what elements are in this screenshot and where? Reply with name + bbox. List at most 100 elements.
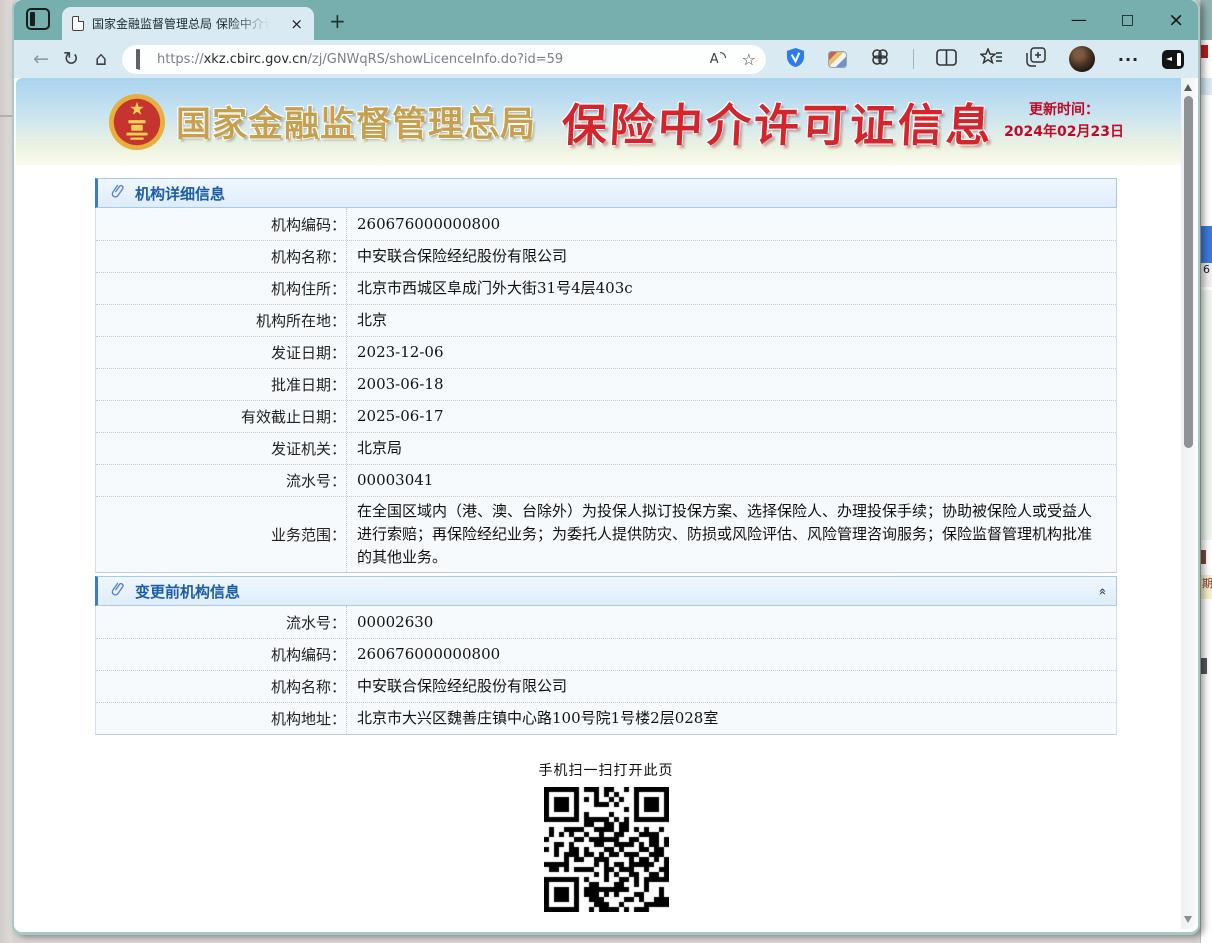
split-screen-icon[interactable] (936, 49, 957, 70)
license-sections: 机构详细信息机构编码：260676000000800机构名称：中安联合保险经纪股… (95, 178, 1117, 735)
table-row: 机构所在地：北京 (96, 304, 1116, 336)
update-time: 更新时间： 2024年02月23日 (1004, 100, 1124, 143)
row-label: 机构编码： (96, 639, 346, 670)
scroll-up-arrow[interactable] (1184, 84, 1192, 91)
row-label: 有效截止日期： (96, 401, 346, 432)
paperclip-icon (110, 581, 126, 601)
close-button[interactable]: × (1168, 11, 1184, 30)
table-row: 机构地址：北京市大兴区魏善庄镇中心路100号院1号楼2层028室 (96, 702, 1116, 734)
row-value: 在全国区域内（港、澳、台除外）为投保人拟订投保方案、选择保险人、办理投保手续；协… (346, 497, 1116, 572)
home-icon[interactable]: ⌂ (86, 48, 116, 70)
page-scrollbar[interactable] (1181, 78, 1196, 929)
row-value: 北京市西城区阜成门外大街31号4层403c (346, 273, 1116, 304)
row-label: 机构所在地： (96, 305, 346, 336)
section-rows: 流水号：00002630机构编码：260676000000800机构名称：中安联… (95, 606, 1117, 735)
qr-caption: 手机扫一扫打开此页 (16, 760, 1196, 780)
row-label: 机构住所： (96, 273, 346, 304)
read-aloud-icon[interactable]: A (710, 52, 726, 67)
table-row: 业务范围：在全国区域内（港、澳、台除外）为投保人拟订投保方案、选择保险人、办理投… (96, 496, 1116, 572)
row-value: 2023-12-06 (346, 337, 1116, 368)
row-label: 发证日期： (96, 337, 346, 368)
page-viewport: 国家金融监督管理总局 保险中介许可证信息 更新时间： 2024年02月23日 机… (16, 78, 1196, 929)
table-row: 流水号：00003041 (96, 464, 1116, 496)
copilot-sidebar-icon[interactable] (1162, 50, 1184, 69)
qr-block: 手机扫一扫打开此页 (16, 760, 1196, 916)
minimize-button[interactable]: — (1071, 12, 1087, 28)
flower-extension-icon[interactable] (870, 47, 890, 71)
favorite-star-icon[interactable]: ☆ (742, 50, 756, 69)
row-label: 流水号： (96, 606, 346, 638)
browser-titlebar: 国家金融监督管理总局 保险中介许可证信息 × + — □ × (14, 0, 1198, 40)
row-value: 北京局 (346, 433, 1116, 464)
toolbar-divider (913, 49, 914, 69)
back-icon[interactable]: ← (26, 48, 56, 70)
table-row: 机构编码：260676000000800 (96, 208, 1116, 240)
license-section: 机构详细信息机构编码：260676000000800机构名称：中安联合保险经纪股… (95, 178, 1117, 573)
table-row: 有效截止日期：2025-06-17 (96, 400, 1116, 432)
section-header: 变更前机构信息 « (95, 576, 1117, 606)
org-name: 国家金融监督管理总局 (176, 96, 536, 147)
collapse-icon[interactable]: « (1096, 587, 1109, 595)
maximize-button[interactable]: □ (1121, 13, 1134, 27)
section-rows: 机构编码：260676000000800机构名称：中安联合保险经纪股份有限公司机… (95, 208, 1117, 573)
sliver-number-cell: 6 (1201, 263, 1212, 287)
table-row: 机构编码：260676000000800 (96, 638, 1116, 670)
row-label: 业务范围： (96, 497, 346, 572)
row-value: 中安联合保险经纪股份有限公司 (346, 671, 1116, 702)
row-label: 机构名称： (96, 671, 346, 702)
row-value: 260676000000800 (346, 639, 1116, 670)
row-value: 00002630 (346, 606, 1116, 638)
row-value: 中安联合保险经纪股份有限公司 (346, 241, 1116, 272)
row-label: 机构地址： (96, 703, 346, 734)
row-value: 2025-06-17 (346, 401, 1116, 432)
desktop-edge-left (0, 0, 12, 943)
sliver-dark-fragment (1201, 658, 1207, 674)
colorful-extension-icon[interactable] (828, 51, 847, 68)
profile-avatar[interactable] (1069, 46, 1095, 72)
row-label: 批准日期： (96, 369, 346, 400)
screen: 6 期 国家金融监督管理总局 保险中介许可证信息 × + — □ × ← ↻ (0, 0, 1212, 943)
lock-icon (136, 50, 148, 69)
url-text[interactable]: https://xkz.cbirc.gov.cn/zj/GNWqRS/showL… (157, 52, 700, 67)
table-row: 批准日期：2003-06-18 (96, 368, 1116, 400)
sliver-char-cell: 期 (1201, 575, 1212, 599)
row-label: 流水号： (96, 465, 346, 496)
sliver-blue-cell (1201, 226, 1212, 263)
row-label: 机构名称： (96, 241, 346, 272)
favorites-list-icon[interactable] (980, 48, 1003, 70)
browser-tab[interactable]: 国家金融监督管理总局 保险中介许可证信息 × (62, 7, 314, 40)
page-icon (72, 16, 84, 31)
sliver-green-strip (1201, 290, 1212, 540)
background-window-sliver: 6 期 (1200, 0, 1212, 943)
tab-close-icon[interactable]: × (287, 15, 306, 33)
row-label: 发证机关： (96, 433, 346, 464)
sliver-header-fragment (1201, 78, 1212, 95)
section-title: 变更前机构信息 (135, 581, 240, 602)
browser-toolbar: ← ↻ ⌂ https://xkz.cbirc.gov.cn/zj/GNWqRS… (14, 40, 1198, 78)
scroll-thumb[interactable] (1184, 96, 1193, 448)
settings-more-icon[interactable]: ··· (1118, 50, 1139, 69)
tab-title: 国家金融监督管理总局 保险中介许可证信息 (92, 15, 270, 32)
table-row: 机构名称：中安联合保险经纪股份有限公司 (96, 670, 1116, 702)
row-value: 北京 (346, 305, 1116, 336)
site-banner: 国家金融监督管理总局 保险中介许可证信息 更新时间： 2024年02月23日 (16, 78, 1196, 165)
table-row: 流水号：00002630 (96, 606, 1116, 638)
table-row: 机构住所：北京市西城区阜成门外大街31号4层403c (96, 272, 1116, 304)
license-section: 变更前机构信息 « 流水号：00002630机构编码：260676000000800… (95, 576, 1117, 735)
sliver-small-fragment (1201, 550, 1206, 564)
paperclip-icon (110, 183, 126, 203)
shield-extension-icon[interactable] (786, 47, 805, 72)
workspaces-icon[interactable] (26, 8, 50, 30)
browser-window: 国家金融监督管理总局 保险中介许可证信息 × + — □ × ← ↻ ⌂ htt… (12, 0, 1200, 935)
address-bar[interactable]: https://xkz.cbirc.gov.cn/zj/GNWqRS/showL… (122, 45, 766, 74)
page-title: 保险中介许可证信息 (560, 89, 995, 154)
refresh-icon[interactable]: ↻ (56, 48, 86, 70)
row-value: 2003-06-18 (346, 369, 1116, 400)
new-tab-button[interactable]: + (329, 9, 346, 33)
scroll-down-arrow[interactable] (1184, 916, 1192, 923)
row-value: 260676000000800 (346, 208, 1116, 240)
table-row: 发证日期：2023-12-06 (96, 336, 1116, 368)
national-emblem (108, 93, 166, 151)
row-label: 机构编码： (96, 208, 346, 240)
collections-add-icon[interactable] (1026, 47, 1046, 71)
